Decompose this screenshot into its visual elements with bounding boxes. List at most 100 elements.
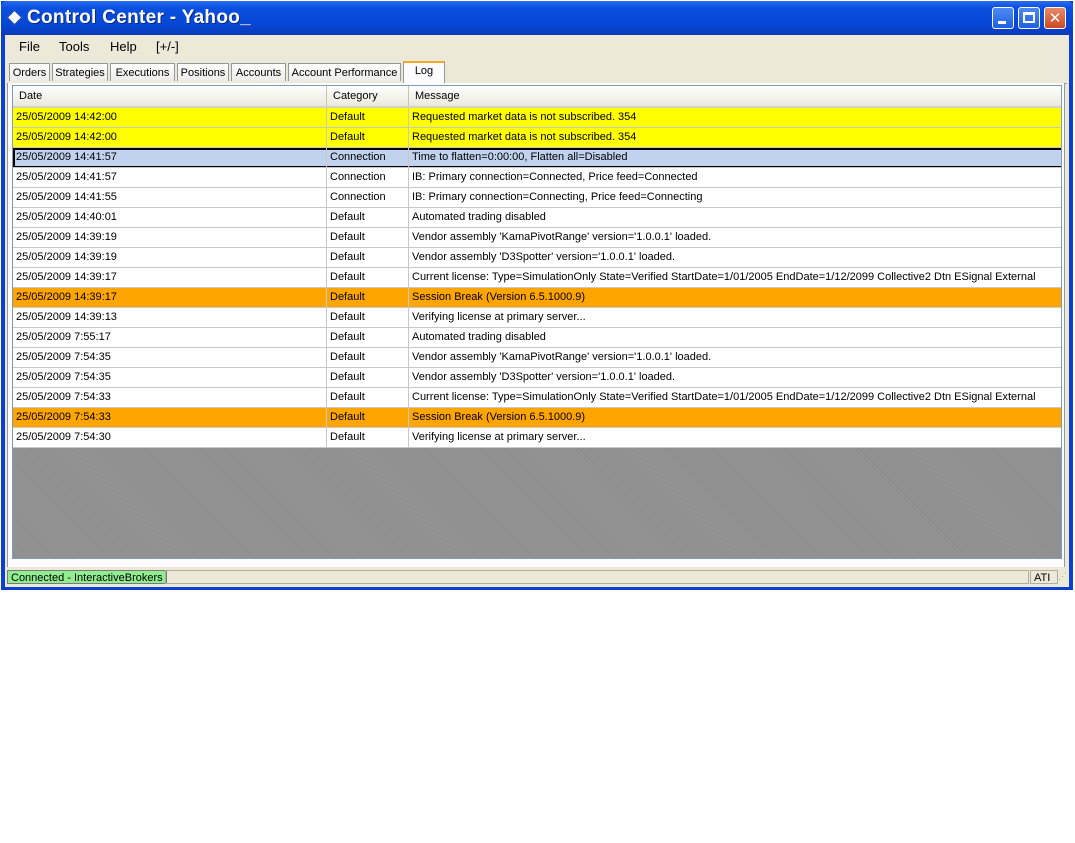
cell-message: IB: Primary connection=Connected, Price … — [409, 168, 1061, 188]
cell-date: 25/05/2009 14:41:57 — [13, 168, 327, 188]
cell-category: Default — [327, 388, 409, 408]
cell-message: Requested market data is not subscribed.… — [409, 108, 1061, 128]
table-row[interactable]: 25/05/2009 14:42:00 Default Requested mark… — [13, 128, 1061, 148]
log-grid[interactable]: Date Category Message 25/05/2009 14:42:0… — [12, 85, 1062, 559]
table-row[interactable]: 25/05/2009 7:54:30 Default Verifying licen… — [13, 428, 1061, 448]
cell-message: Verifying license at primary server... — [409, 428, 1061, 448]
cell-category: Default — [327, 348, 409, 368]
resize-grip-icon[interactable]: ⋰ — [1058, 571, 1068, 583]
minimize-icon — [998, 21, 1006, 24]
table-row[interactable]: 25/05/2009 14:39:13 Default Verifying lice… — [13, 308, 1061, 328]
cell-message: Current license: Type=SimulationOnly Sta… — [409, 268, 1061, 288]
cell-category: Default — [327, 368, 409, 388]
status-bar: Connected - InteractiveBrokers ATI ⋰ — [5, 567, 1069, 587]
tab-orders[interactable]: Orders — [9, 63, 50, 81]
title-bar[interactable]: Control Center - Yahoo_ ✕ — [1, 1, 1073, 35]
minimize-button[interactable] — [992, 7, 1014, 29]
cell-category: Default — [327, 268, 409, 288]
cell-message: Vendor assembly 'D3Spotter' version='1.0… — [409, 248, 1061, 268]
window-title: Control Center - Yahoo_ — [27, 7, 252, 28]
diamond-icon — [6, 9, 23, 26]
table-row[interactable]: 25/05/2009 14:40:01 Default Automated trad… — [13, 208, 1061, 228]
cell-category: Connection — [327, 188, 409, 208]
ati-status: ATI — [1030, 570, 1058, 584]
close-icon: ✕ — [1048, 9, 1062, 27]
table-row[interactable]: 25/05/2009 7:54:33 Default Current license… — [13, 388, 1061, 408]
cell-category: Default — [327, 308, 409, 328]
column-category[interactable]: Category — [327, 86, 409, 106]
cell-message: Requested market data is not subscribed.… — [409, 128, 1061, 148]
cell-category: Default — [327, 208, 409, 228]
maximize-button[interactable] — [1018, 7, 1040, 29]
table-row[interactable]: 25/05/2009 7:54:35 Default Vendor assembly… — [13, 348, 1061, 368]
cell-date: 25/05/2009 14:39:17 — [13, 268, 327, 288]
table-row[interactable]: 25/05/2009 14:39:19 Default Vendor assembl… — [13, 228, 1061, 248]
table-row[interactable]: 25/05/2009 14:39:19 Default Vendor assembl… — [13, 248, 1061, 268]
close-button[interactable]: ✕ — [1044, 7, 1066, 29]
tab-positions[interactable]: Positions — [177, 63, 229, 81]
cell-date: 25/05/2009 14:39:13 — [13, 308, 327, 328]
tab-strategies[interactable]: Strategies — [52, 63, 108, 81]
log-panel: Date Category Message 25/05/2009 14:42:0… — [7, 83, 1065, 571]
table-row[interactable]: 25/05/2009 14:41:55 Connection IB: Primary… — [13, 188, 1061, 208]
tab-executions[interactable]: Executions — [110, 63, 175, 81]
cell-message: Vendor assembly 'D3Spotter' version='1.0… — [409, 368, 1061, 388]
connection-status: Connected - InteractiveBrokers — [7, 570, 167, 584]
cell-date: 25/05/2009 14:41:57 — [13, 148, 327, 168]
cell-message: Session Break (Version 6.5.1000.9) — [409, 288, 1061, 308]
cell-message: IB: Primary connection=Connecting, Price… — [409, 188, 1061, 208]
table-row[interactable]: 25/05/2009 14:39:17 Default Session Break … — [13, 288, 1061, 308]
cell-category: Default — [327, 408, 409, 428]
table-row[interactable]: 25/05/2009 14:42:00 Default Requested mark… — [13, 108, 1061, 128]
cell-category: Connection — [327, 168, 409, 188]
cell-category: Connection — [327, 148, 409, 168]
menu-file[interactable]: File — [19, 39, 40, 54]
cell-message: Automated trading disabled — [409, 208, 1061, 228]
tab-log[interactable]: Log — [403, 61, 445, 83]
status-panel — [165, 570, 1029, 584]
cell-date: 25/05/2009 7:54:33 — [13, 388, 327, 408]
cell-message: Current license: Type=SimulationOnly Sta… — [409, 388, 1061, 408]
cell-date: 25/05/2009 14:39:19 — [13, 228, 327, 248]
cell-message: Vendor assembly 'KamaPivotRange' version… — [409, 348, 1061, 368]
cell-date: 25/05/2009 7:54:35 — [13, 368, 327, 388]
cell-category: Default — [327, 428, 409, 448]
menu-bar: File Tools Help [+/-] — [5, 35, 1069, 59]
cell-category: Default — [327, 108, 409, 128]
cell-date: 25/05/2009 14:39:17 — [13, 288, 327, 308]
cell-category: Default — [327, 228, 409, 248]
menu-toggle[interactable]: [+/-] — [156, 39, 179, 54]
table-row[interactable]: 25/05/2009 14:41:57 Connection IB: Primary… — [13, 168, 1061, 188]
column-message[interactable]: Message — [409, 86, 1061, 106]
cell-date: 25/05/2009 7:54:35 — [13, 348, 327, 368]
cell-message: Verifying license at primary server... — [409, 308, 1061, 328]
table-row[interactable]: 25/05/2009 7:54:35 Default Vendor assembly… — [13, 368, 1061, 388]
cell-message: Automated trading disabled — [409, 328, 1061, 348]
maximize-icon — [1023, 12, 1035, 23]
table-row[interactable]: 25/05/2009 14:41:57 Connection Time to fla… — [13, 148, 1061, 168]
menu-help[interactable]: Help — [110, 39, 137, 54]
cell-date: 25/05/2009 7:54:33 — [13, 408, 327, 428]
table-row[interactable]: 25/05/2009 7:55:17 Default Automated tradi… — [13, 328, 1061, 348]
menu-tools[interactable]: Tools — [59, 39, 89, 54]
table-row[interactable]: 25/05/2009 14:39:17 Default Current licens… — [13, 268, 1061, 288]
cell-date: 25/05/2009 14:39:19 — [13, 248, 327, 268]
cell-date: 25/05/2009 14:42:00 — [13, 128, 327, 148]
control-center-window: Control Center - Yahoo_ ✕ File Tools Hel… — [1, 1, 1073, 590]
cell-date: 25/05/2009 14:42:00 — [13, 108, 327, 128]
cell-date: 25/05/2009 14:41:55 — [13, 188, 327, 208]
tab-account-performance[interactable]: Account Performance — [288, 63, 401, 81]
cell-category: Default — [327, 128, 409, 148]
tab-accounts[interactable]: Accounts — [231, 63, 286, 81]
client-area: File Tools Help [+/-] Orders Strategies … — [5, 35, 1069, 587]
table-row[interactable]: 25/05/2009 7:54:33 Default Session Break (… — [13, 408, 1061, 428]
cell-category: Default — [327, 248, 409, 268]
cell-category: Default — [327, 328, 409, 348]
cell-date: 25/05/2009 7:54:30 — [13, 428, 327, 448]
cell-category: Default — [327, 288, 409, 308]
cell-message: Time to flatten=0:00:00, Flatten all=Dis… — [409, 148, 1061, 168]
tab-strip: Orders Strategies Executions Positions A… — [7, 61, 1067, 84]
column-date[interactable]: Date — [13, 86, 327, 106]
grid-header: Date Category Message — [13, 86, 1061, 108]
cell-date: 25/05/2009 7:55:17 — [13, 328, 327, 348]
